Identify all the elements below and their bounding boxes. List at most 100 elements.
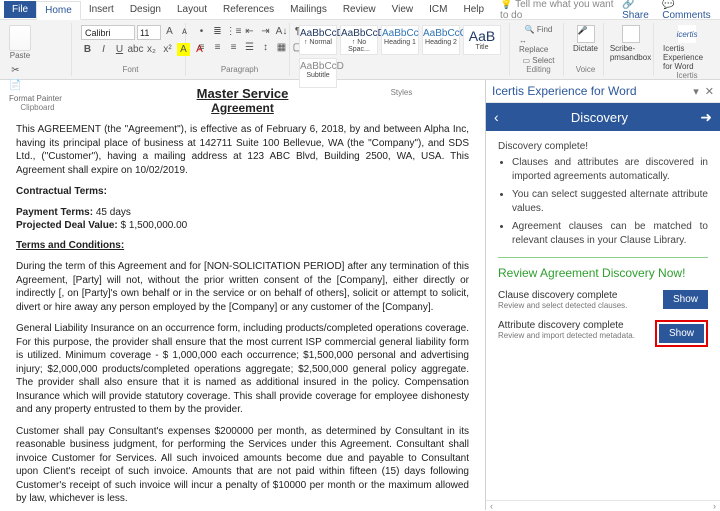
scroll-left-icon[interactable]: ‹ <box>490 501 493 511</box>
style-heading2[interactable]: AaBbCcCHeading 2 <box>422 25 460 55</box>
clause-discovery-label: Clause discovery complete <box>498 290 657 301</box>
bold-icon[interactable]: B <box>81 43 94 56</box>
dictate-label: Dictate <box>573 44 598 53</box>
replace-button[interactable]: ↔ Replace <box>519 36 558 55</box>
tab-file[interactable]: File <box>4 1 36 18</box>
italic-icon[interactable]: I <box>97 43 110 56</box>
s1t: AaBbCcDd <box>341 28 377 39</box>
sup-icon[interactable]: x² <box>161 43 174 56</box>
scribe-icon <box>622 25 640 43</box>
scribe-button[interactable]: Scribe- pmsandbox <box>613 25 648 62</box>
underline-icon[interactable]: U <box>113 43 126 56</box>
payment-value: 45 days <box>93 207 131 218</box>
tab-view[interactable]: View <box>384 1 422 18</box>
copy-icon[interactable]: 📄 <box>9 79 22 92</box>
s3t: AaBbCcC <box>423 28 459 39</box>
tab-review[interactable]: Review <box>335 1 384 18</box>
s5t: AaBbCcD <box>300 61 336 72</box>
numbering-icon[interactable]: ≣ <box>211 25 224 38</box>
share-label: Share <box>622 10 649 21</box>
style-subtitle[interactable]: AaBbCcDSubtitle <box>299 58 337 88</box>
bullets-icon[interactable]: • <box>195 25 208 38</box>
customer-paragraph: Customer shall pay Consultant's expenses… <box>16 425 469 506</box>
tab-layout[interactable]: Layout <box>169 1 215 18</box>
paste-icon[interactable] <box>9 25 31 51</box>
comments-label: Comments <box>662 10 710 21</box>
select-button[interactable]: ▭ Select <box>522 56 554 66</box>
multilevel-icon[interactable]: ⋮≡ <box>227 25 240 38</box>
font-size[interactable]: 11 <box>137 25 161 40</box>
scribe-label: Scribe- pmsandbox <box>610 44 651 62</box>
pane-dropdown-icon[interactable]: ▾ <box>693 85 699 98</box>
attribute-show-button[interactable]: Show <box>659 324 704 343</box>
tab-icm[interactable]: ICM <box>421 1 455 18</box>
align-right-icon[interactable]: ≡ <box>227 41 240 54</box>
pane-header-title: Discovery <box>571 110 628 125</box>
indent-icon[interactable]: ⇥ <box>259 25 272 38</box>
liability-paragraph: General Liability Insurance on an occurr… <box>16 322 469 417</box>
bullet-1: Clauses and attributes are discovered in… <box>512 156 708 183</box>
pane-close-icon[interactable]: ✕ <box>705 85 714 98</box>
s0t: AaBbCcDd <box>300 28 336 39</box>
find-button[interactable]: 🔍 Find <box>525 25 553 35</box>
group-styles: Styles <box>299 88 504 97</box>
payment-label: Payment Terms: <box>16 207 93 218</box>
justify-icon[interactable]: ☰ <box>243 41 256 54</box>
tab-help[interactable]: Help <box>455 1 492 18</box>
grow-font-icon[interactable]: A <box>163 25 176 38</box>
align-left-icon[interactable]: ≡ <box>195 41 208 54</box>
pane-back-icon[interactable]: ‹ <box>494 109 499 125</box>
highlight-icon[interactable]: A <box>177 43 190 56</box>
strike-icon[interactable]: abc <box>129 43 142 56</box>
linespacing-icon[interactable]: ↕ <box>259 41 272 54</box>
s4n: Title <box>464 44 500 51</box>
shading-icon[interactable]: ▦ <box>275 41 288 54</box>
find-label: Find <box>537 25 553 34</box>
outdent-icon[interactable]: ⇤ <box>243 25 256 38</box>
s0n: ↑ Normal <box>300 39 336 46</box>
review-now-heading: Review Agreement Discovery Now! <box>498 266 708 280</box>
icertis-button[interactable]: icertisIcertis Experience for Word <box>663 25 711 71</box>
bullet-3: Agreement clauses can be matched to rele… <box>512 220 708 247</box>
clause-show-button[interactable]: Show <box>663 290 708 309</box>
align-center-icon[interactable]: ≡ <box>211 41 224 54</box>
cut-icon[interactable]: ✂ <box>9 64 22 77</box>
group-clipboard: Clipboard <box>9 103 66 112</box>
s3n: Heading 2 <box>423 39 459 46</box>
font-name[interactable]: Calibri <box>81 25 135 40</box>
tab-insert[interactable]: Insert <box>81 1 122 18</box>
mic-icon: 🎤 <box>577 25 595 43</box>
styles-gallery[interactable]: AaBbCcDd↑ Normal AaBbCcDd↑ No Spac... Aa… <box>299 25 504 88</box>
tab-home[interactable]: Home <box>36 1 81 20</box>
paste-label: Paste <box>10 51 30 61</box>
tellme-text: Tell me what you want to do <box>500 0 613 21</box>
nonsolicit-paragraph: During the term of this Agreement and fo… <box>16 260 469 314</box>
scroll-right-icon[interactable]: › <box>713 501 716 511</box>
format-painter[interactable]: Format Painter <box>9 94 62 104</box>
attribute-discovery-label: Attribute discovery complete <box>498 320 649 331</box>
sort-icon[interactable]: A↓ <box>275 25 288 38</box>
dictate-button[interactable]: 🎤Dictate <box>573 25 598 53</box>
pane-export-icon[interactable]: ➜ <box>700 109 712 126</box>
pane-title: Icertis Experience for Word <box>492 84 637 98</box>
attribute-show-highlight: Show <box>655 320 708 347</box>
icertis-pane: Icertis Experience for Word ▾ ✕ ‹ Discov… <box>485 80 720 510</box>
share-link[interactable]: 🔗 Share <box>622 0 656 21</box>
style-normal[interactable]: AaBbCcDd↑ Normal <box>299 25 337 55</box>
tab-references[interactable]: References <box>215 1 282 18</box>
style-heading1[interactable]: AaBbCcHeading 1 <box>381 25 419 55</box>
tandc-heading: Terms and Conditions: <box>16 239 469 253</box>
contractual-heading: Contractual Terms: <box>16 185 469 199</box>
deal-value: $ 1,500,000.00 <box>118 220 188 231</box>
document-body[interactable]: Master Service Agreement This AGREEMENT … <box>0 80 485 510</box>
style-title[interactable]: AaBTitle <box>463 25 501 55</box>
group-icertis: Icertis <box>663 71 711 80</box>
tab-mailings[interactable]: Mailings <box>282 1 335 18</box>
group-editing: Editing <box>519 65 558 74</box>
pane-scrollbar[interactable]: ‹ › <box>486 500 720 510</box>
pane-body: Discovery complete! Clauses and attribut… <box>486 131 720 500</box>
style-nospacing[interactable]: AaBbCcDd↑ No Spac... <box>340 25 378 55</box>
comments-link[interactable]: 💬 Comments <box>662 0 714 21</box>
sub-icon[interactable]: x₂ <box>145 43 158 56</box>
tab-design[interactable]: Design <box>122 1 169 18</box>
